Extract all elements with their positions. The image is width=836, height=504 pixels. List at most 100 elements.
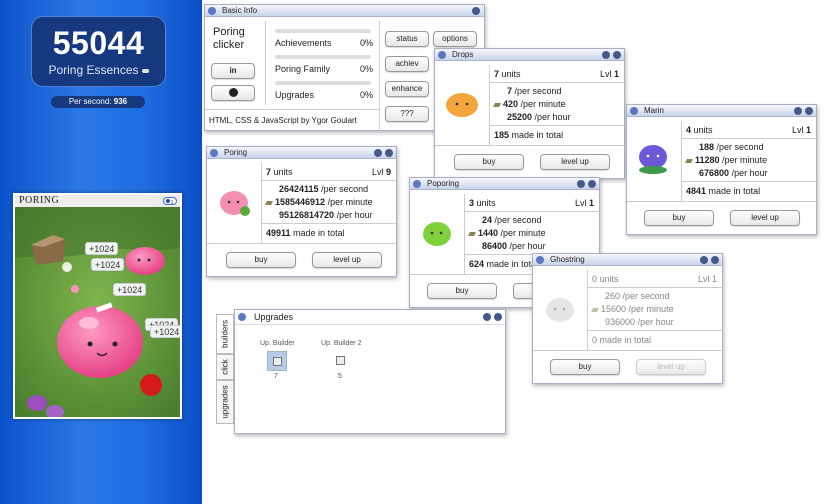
upgrade-builder-2-button[interactable] [331,351,351,371]
minimize-icon[interactable] [577,180,585,188]
unit-window-drops[interactable]: Drops 7 units Lvl 1 7 /per second 420 /p… [434,48,626,179]
close-icon[interactable] [588,180,596,188]
unit-count: 3 [469,198,475,208]
rate-per-minute: 1585446912 [275,197,326,207]
buy-button[interactable]: buy [644,210,714,226]
minimize-icon[interactable] [602,51,610,59]
level-up-button: level up [636,359,706,375]
rate-per-minute: 11280 [695,155,720,165]
minimize-icon[interactable] [794,107,802,115]
window-titlebar[interactable]: Basic Info [205,5,484,17]
linkedin-button[interactable]: in [211,63,255,79]
unit-label: units [273,167,293,177]
essence-count: 55044 [52,25,145,61]
github-icon [228,88,238,97]
per-second-label: Per second: [68,97,112,106]
window-title: Poring [224,148,248,157]
window-titlebar[interactable]: Upgrades [235,310,505,325]
rate-per-hour: 936000 [605,317,636,327]
window-icon [536,256,544,264]
rate-suffix: /per hour [534,112,571,122]
rate-per-minute: 15600 [601,304,627,314]
upgrade-builder-button[interactable] [267,351,287,371]
buy-button[interactable]: buy [454,154,524,170]
level-label: Lvl [371,167,384,177]
essence-icon [265,200,273,205]
rate-per-second: 26424115 [279,184,319,194]
grass-field[interactable]: +1024 +1024 +1024 +1024 +1024 [15,207,180,417]
window-titlebar[interactable]: Poporing [410,178,599,190]
options-button[interactable]: options [433,31,477,47]
buy-button[interactable]: buy [226,252,296,268]
unit-level: 1 [711,274,717,284]
essence-icon [493,102,501,107]
buy-button[interactable]: buy [550,359,620,375]
click-popup: +1024 [91,258,125,271]
scene-title: Poring [19,195,60,206]
rate-suffix: /per minute [722,155,768,165]
rate-per-minute: 1440 [478,228,499,238]
window-title: Drops [452,50,474,59]
window-titlebar[interactable]: Drops [435,49,624,61]
level-up-button[interactable]: level up [312,252,382,268]
level-label: Lvl [697,274,710,284]
rate-suffix: /per second [494,215,542,225]
unit-count: 7 [494,69,500,79]
tab-label: click [220,359,230,375]
level-up-button[interactable]: level up [540,154,610,170]
rate-per-hour: 95126814720 [279,210,335,220]
unit-window-ghostring[interactable]: Ghostring 0 units Lvl 1 260 /per second … [532,253,724,384]
level-up-button[interactable]: level up [730,210,800,226]
status-button[interactable]: status [385,31,429,47]
click-popup: +1024 [113,283,147,296]
window-titlebar[interactable]: Ghostring [533,254,722,266]
linkedin-icon: in [229,66,237,75]
close-icon[interactable] [613,51,621,59]
minimize-icon[interactable] [472,7,480,15]
total-label: made in total [599,335,652,345]
enhance-button[interactable]: enhance [385,81,429,97]
rate-per-minute: 420 [503,99,519,109]
window-titlebar[interactable]: Poring [207,147,396,159]
progress-label: Upgrades [275,90,315,100]
window-titlebar[interactable]: Marin [627,105,816,117]
rate-per-second: 7 [507,86,513,96]
essence-icon [468,231,476,236]
window-title: Ghostring [550,255,585,264]
rate-per-hour: 25200 [507,112,533,122]
mystery-button[interactable]: ??? [385,106,429,122]
tab-upgrades[interactable]: upgrades [216,380,234,424]
poring-family-bar [275,55,371,59]
close-icon[interactable] [805,107,813,115]
level-label: Lvl [599,69,612,79]
unit-label: units [693,125,713,135]
upgrade-label: Up. Builder 2 [321,340,362,347]
achievements-button[interactable]: achiev [385,56,429,72]
github-button[interactable] [211,85,255,101]
minimize-icon[interactable] [700,256,708,264]
close-icon[interactable] [711,256,719,264]
progress-value: 0% [360,64,374,74]
achievements-bar [275,29,371,33]
upgrade-count: 5 [338,373,342,380]
total-made: 49911 [266,228,291,238]
buy-button[interactable]: buy [427,283,497,299]
unit-window-marin[interactable]: Marin 4 units Lvl 1 188 /per second 1128… [626,104,818,235]
unit-window-poring[interactable]: Poring 7 units Lvl 9 26424115 /per secon… [206,146,398,277]
minimize-icon[interactable] [374,149,382,157]
poring-scene[interactable]: Poring 1 +1024 +1024 +1024 +1024 [13,193,182,419]
field-illustration [15,207,180,417]
tab-builders[interactable]: builders [216,314,234,354]
tab-click[interactable]: click [216,354,234,380]
window-icon [438,51,446,59]
click-popup: +1024 [85,242,119,255]
credit-text: HTML, CSS & JavaScript by Ygor Goulart [209,116,357,125]
close-icon[interactable] [385,149,393,157]
upgrades-window[interactable]: Upgrades Up. Builder 7 Up. Builder 2 5 [234,309,506,434]
window-icon [413,180,421,188]
essence-counter: 55044 Poring Essences [31,16,166,87]
rate-suffix: /per second [321,184,369,194]
drops-sprite-icon [446,93,478,117]
minimize-icon[interactable] [483,313,491,321]
close-icon[interactable] [494,313,502,321]
